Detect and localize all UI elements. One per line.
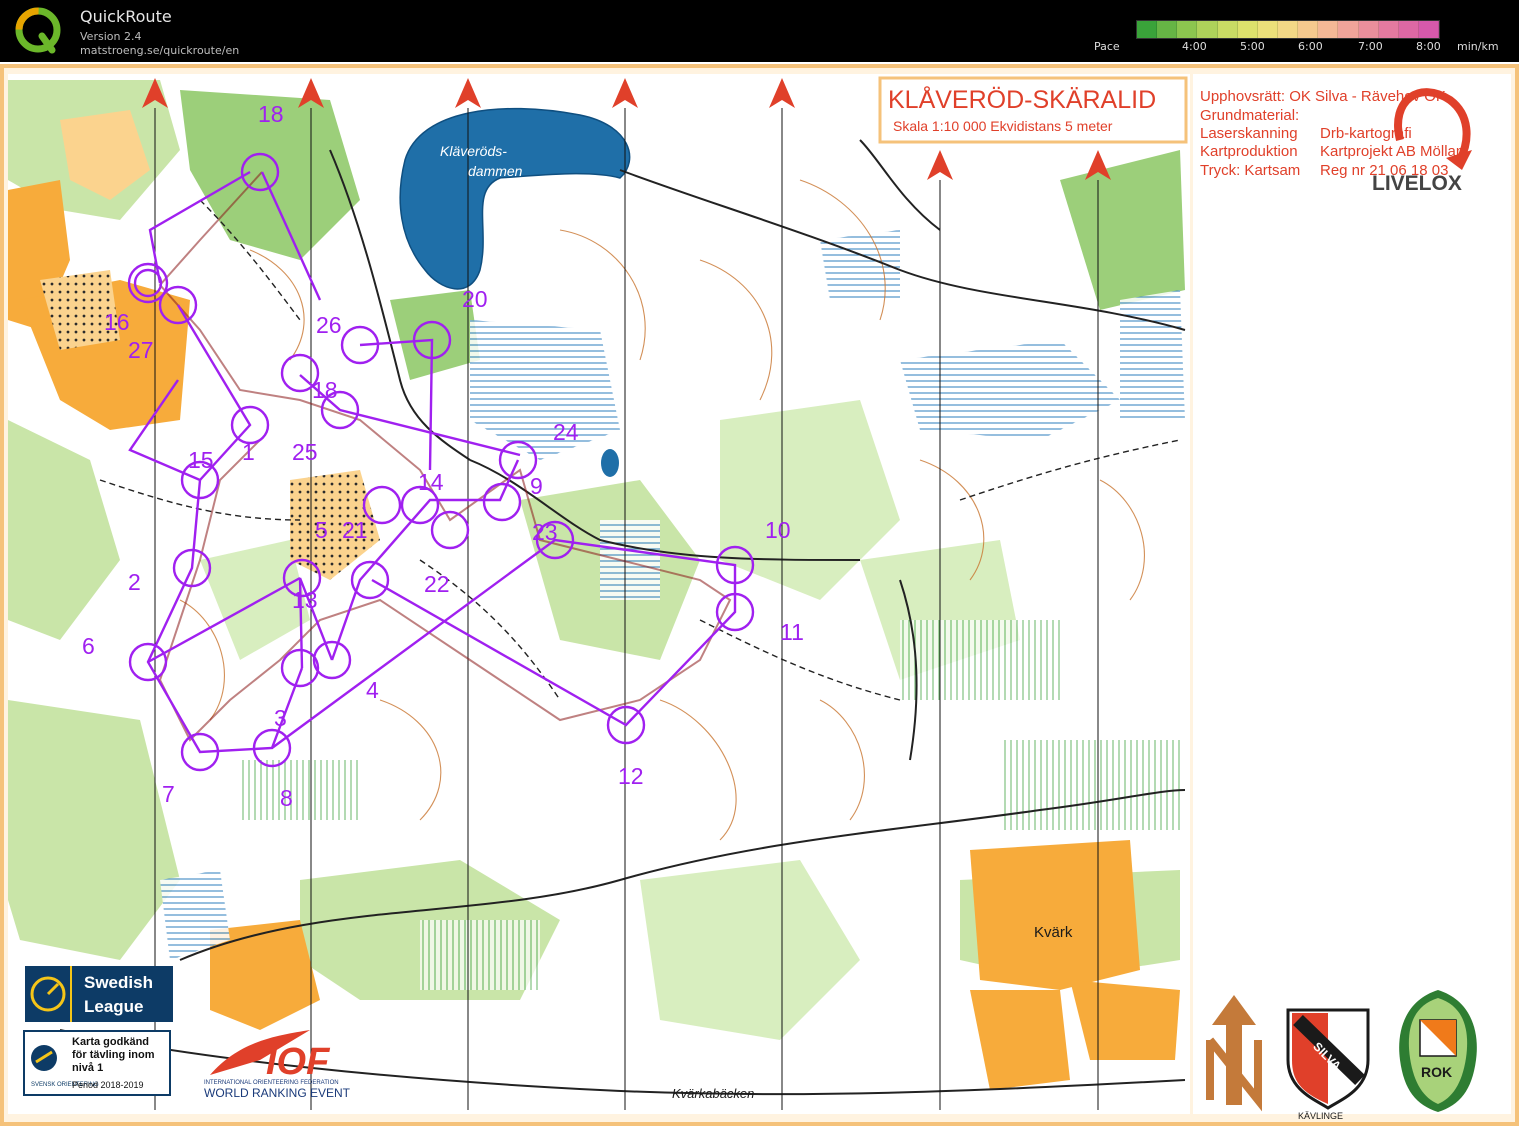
place-name: Kvärk <box>1034 924 1073 941</box>
pace-tick: 4:00 <box>1182 40 1207 53</box>
legend-panel <box>1193 74 1511 1114</box>
svg-text:Period 2018-2019: Period 2018-2019 <box>72 1080 144 1090</box>
app-version: Version 2.4 <box>80 30 142 43</box>
control-label: 26 <box>316 312 342 338</box>
pace-tick: 5:00 <box>1240 40 1265 53</box>
control-label: 18 <box>312 377 338 403</box>
pace-label: Pace <box>1094 40 1120 53</box>
control-label: 24 <box>553 419 579 445</box>
control-label: 25 <box>292 439 318 465</box>
map-title: KLÅVERÖD-SKÄRALID <box>888 84 1156 114</box>
app-header: QuickRoute Version 2.4 matstroeng.se/qui… <box>0 0 1519 62</box>
pace-color-segment <box>1157 21 1178 38</box>
pace-color-segment <box>1298 21 1319 38</box>
credit-line: Tryck: Kartsam <box>1200 162 1300 179</box>
control-label: 13 <box>292 587 318 613</box>
control-label: 12 <box>618 763 644 789</box>
pace-color-segment <box>1177 21 1198 38</box>
svg-text:WORLD RANKING EVENT: WORLD RANKING EVENT <box>204 1086 351 1100</box>
svg-text:KÄVLINGE: KÄVLINGE <box>1298 1111 1343 1121</box>
pace-color-segment <box>1418 21 1440 38</box>
pace-color-segment <box>1378 21 1399 38</box>
control-label: 8 <box>280 785 293 811</box>
place-name: dammen <box>468 163 523 179</box>
control-label: 9 <box>530 473 543 499</box>
pace-color-segment <box>1358 21 1379 38</box>
map-scale: Skala 1:10 000 Ekvidistans 5 meter <box>893 118 1113 134</box>
control-label: 22 <box>424 571 450 597</box>
control-label: 16 <box>104 309 130 335</box>
pace-color-segment <box>1217 21 1238 38</box>
orienteering-map[interactable]: 18 16 27 26 20 18 1 25 15 24 14 9 5 21 2… <box>0 62 1519 1127</box>
control-label: 6 <box>82 633 95 659</box>
pace-color-scale <box>1136 20 1440 39</box>
svg-text:Karta godkänd: Karta godkänd <box>72 1036 149 1048</box>
place-name: Kvärkabäcken <box>672 1086 754 1101</box>
livelox-brand: LIVELOX <box>1372 172 1462 195</box>
pace-tick: 8:00 <box>1416 40 1441 53</box>
pace-unit: min/km <box>1457 40 1499 53</box>
approval-badge: SVENSK ORIENTERING Karta godkänd för täv… <box>23 1030 171 1096</box>
control-label: 15 <box>188 447 214 473</box>
control-label: 4 <box>366 677 379 703</box>
pace-color-segment <box>1277 21 1299 38</box>
control-label: 10 <box>765 517 791 543</box>
control-label: 11 <box>780 619 804 645</box>
credit-line: Laserskanning <box>1200 125 1298 142</box>
swedish-league-logo: Swedish League <box>25 966 173 1022</box>
svg-text:Swedish: Swedish <box>84 973 153 992</box>
credit-line: Kartprojekt AB Möllam <box>1320 143 1468 160</box>
control-label: 2 <box>128 569 141 595</box>
svg-text:nivå 1: nivå 1 <box>72 1062 103 1074</box>
pace-color-segment <box>1137 21 1158 38</box>
control-label: 20 <box>462 286 488 312</box>
control-label: 18 <box>258 101 284 127</box>
pace-color-segment <box>1257 21 1278 38</box>
control-label: 14 <box>418 469 444 495</box>
control-label: 21 <box>342 517 368 543</box>
control-label: 7 <box>162 781 175 807</box>
svg-text:IOF: IOF <box>266 1041 331 1083</box>
small-pond <box>601 449 619 477</box>
pace-color-segment <box>1318 21 1339 38</box>
pace-tick: 6:00 <box>1298 40 1323 53</box>
control-label: 27 <box>128 337 154 363</box>
app-url[interactable]: matstroeng.se/quickroute/en <box>80 44 239 57</box>
pace-color-segment <box>1338 21 1359 38</box>
pace-tick: 7:00 <box>1358 40 1383 53</box>
app-name: QuickRoute <box>80 7 172 26</box>
pace-color-segment <box>1398 21 1419 38</box>
pace-color-segment <box>1197 21 1218 38</box>
credit-line: Grundmaterial: <box>1200 107 1299 124</box>
control-label: 3 <box>274 705 287 731</box>
pace-color-segment <box>1237 21 1258 38</box>
control-label: 5 <box>315 517 328 543</box>
control-label: 23 <box>532 519 558 545</box>
quickroute-logo-icon <box>15 7 61 54</box>
svg-text:för tävling inom: för tävling inom <box>72 1049 155 1061</box>
control-label: 1 <box>242 439 255 465</box>
place-name: Kläveröds- <box>440 143 507 159</box>
credit-line: Kartproduktion <box>1200 143 1298 160</box>
svg-text:League: League <box>84 997 144 1016</box>
svg-text:ROK: ROK <box>1421 1064 1452 1080</box>
